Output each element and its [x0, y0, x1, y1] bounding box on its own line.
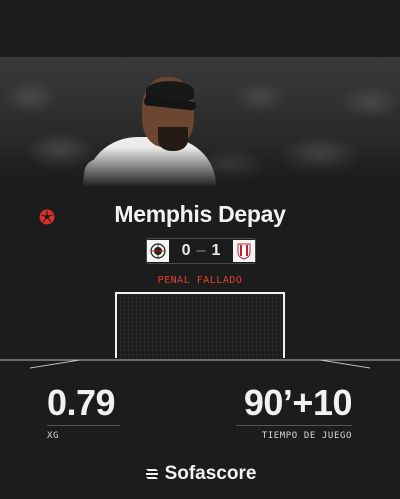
xg-divider — [47, 425, 120, 426]
xg-value: 0.79 — [47, 382, 116, 423]
time-value: 90’+10 — [243, 382, 353, 423]
xg-label: XG — [47, 431, 60, 441]
scoreboard: 0 – 1 — [146, 238, 256, 264]
estudiantes-crest-icon — [233, 240, 255, 262]
goal-net — [118, 294, 282, 358]
away-score: 1 — [211, 242, 221, 259]
goal-area-line — [29, 359, 371, 369]
time-divider — [236, 425, 352, 426]
score-separator: – — [196, 242, 206, 259]
score: 0 – 1 — [169, 242, 233, 260]
goal-diagram — [0, 292, 400, 369]
brand-footer: Sofascore — [0, 463, 400, 485]
player-name: Memphis Depay — [114, 201, 286, 227]
photo-fade — [0, 147, 400, 187]
corinthians-crest-icon — [147, 240, 169, 262]
player-photo — [0, 57, 400, 187]
time-label: TIEMPO DE JUEGO — [261, 431, 352, 441]
event-label: PENAL FALLADO — [157, 275, 243, 286]
home-score: 0 — [181, 242, 191, 259]
brand-name: Sofascore — [164, 463, 257, 484]
stat-card: Memphis Depay 0 – 1 PENAL FALLADO 0.79 9… — [0, 0, 400, 499]
sofascore-logo-icon — [145, 469, 158, 479]
